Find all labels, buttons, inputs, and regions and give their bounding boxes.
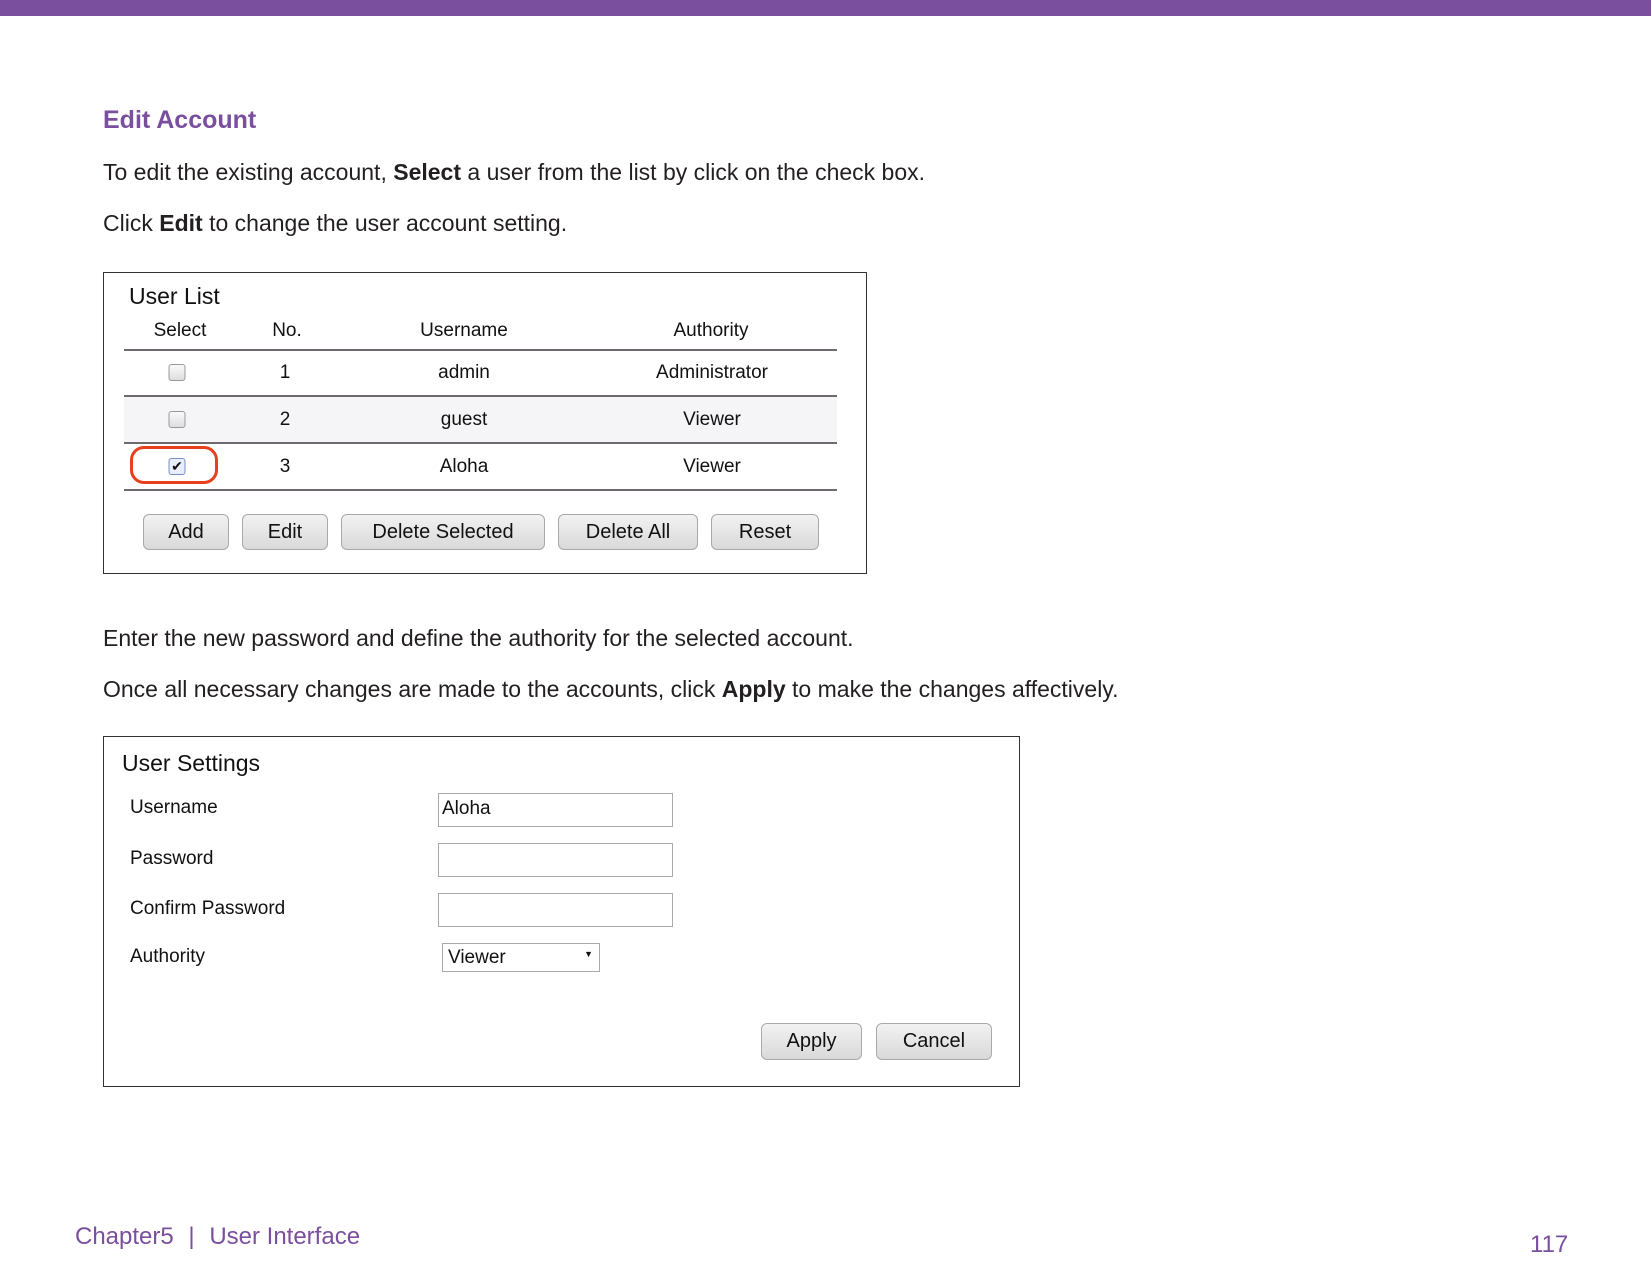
row-3-checkbox[interactable]: ✔: [168, 458, 186, 475]
bold-text: Select: [393, 159, 461, 185]
row-2-checkbox[interactable]: [168, 411, 186, 428]
reset-button[interactable]: Reset: [711, 514, 819, 550]
edit-button[interactable]: Edit: [242, 514, 328, 550]
row-2-authority: Viewer: [683, 409, 741, 430]
row-1-authority: Administrator: [656, 362, 768, 383]
row-1-username: admin: [438, 362, 490, 383]
divider: [124, 442, 837, 444]
text: Click: [103, 210, 160, 236]
top-accent-bar: [0, 0, 1651, 16]
row-3-no: 3: [279, 456, 291, 477]
username-label: Username: [130, 797, 218, 818]
column-header-username: Username: [420, 320, 508, 341]
row-2-no: 2: [279, 409, 291, 430]
row-1-no: 1: [279, 362, 291, 383]
section-title: Edit Account: [103, 106, 257, 134]
user-list-title: User List: [129, 283, 220, 309]
username-input[interactable]: Aloha: [438, 793, 673, 827]
row-3-authority: Viewer: [683, 456, 741, 477]
cancel-button[interactable]: Cancel: [876, 1023, 992, 1060]
text: Once all necessary changes are made to t…: [103, 676, 722, 702]
manual-page: Edit Account To edit the existing accoun…: [0, 0, 1651, 1275]
checkmark-icon: ✔: [171, 458, 183, 474]
authority-label: Authority: [130, 946, 205, 967]
delete-all-button[interactable]: Delete All: [558, 514, 698, 550]
page-number: 117: [1530, 1231, 1569, 1258]
column-header-select: Select: [153, 320, 207, 341]
text: a user from the list by click on the che…: [461, 159, 926, 185]
password-input[interactable]: [438, 843, 673, 877]
user-settings-title: User Settings: [122, 750, 261, 776]
apply-button[interactable]: Apply: [761, 1023, 862, 1060]
column-header-no: No.: [272, 320, 302, 341]
middle-line-2: Once all necessary changes are made to t…: [103, 676, 1119, 703]
intro-line-2: Click Edit to change the user account se…: [103, 210, 567, 237]
footer-chapter: Chapter5: [75, 1223, 174, 1250]
bold-text: Edit: [159, 210, 203, 236]
confirm-password-input[interactable]: [438, 893, 673, 927]
divider: [124, 395, 837, 397]
authority-select[interactable]: Viewer ▼: [442, 943, 600, 972]
text: to make the changes affectively.: [785, 676, 1119, 702]
footer-section: User Interface: [209, 1223, 361, 1250]
row-1-checkbox[interactable]: [168, 364, 186, 381]
footer-separator: |: [188, 1223, 195, 1250]
password-label: Password: [130, 848, 214, 869]
intro-line-1: To edit the existing account, Select a u…: [103, 159, 925, 186]
authority-selected-value: Viewer: [448, 947, 506, 968]
text: To edit the existing account,: [103, 159, 394, 185]
column-header-authority: Authority: [673, 320, 749, 341]
text: to change the user account setting.: [202, 210, 568, 236]
bold-text: Apply: [721, 676, 786, 702]
delete-selected-button[interactable]: Delete Selected: [341, 514, 545, 550]
dropdown-arrow-icon: ▼: [584, 949, 593, 959]
row-2-username: guest: [440, 409, 488, 430]
confirm-password-label: Confirm Password: [130, 898, 286, 919]
divider: [124, 349, 837, 351]
middle-line-1: Enter the new password and define the au…: [103, 625, 854, 651]
footer-breadcrumb: Chapter5 | User Interface: [75, 1223, 360, 1251]
divider: [124, 489, 837, 491]
add-button[interactable]: Add: [143, 514, 229, 550]
row-3-username: Aloha: [439, 456, 489, 477]
